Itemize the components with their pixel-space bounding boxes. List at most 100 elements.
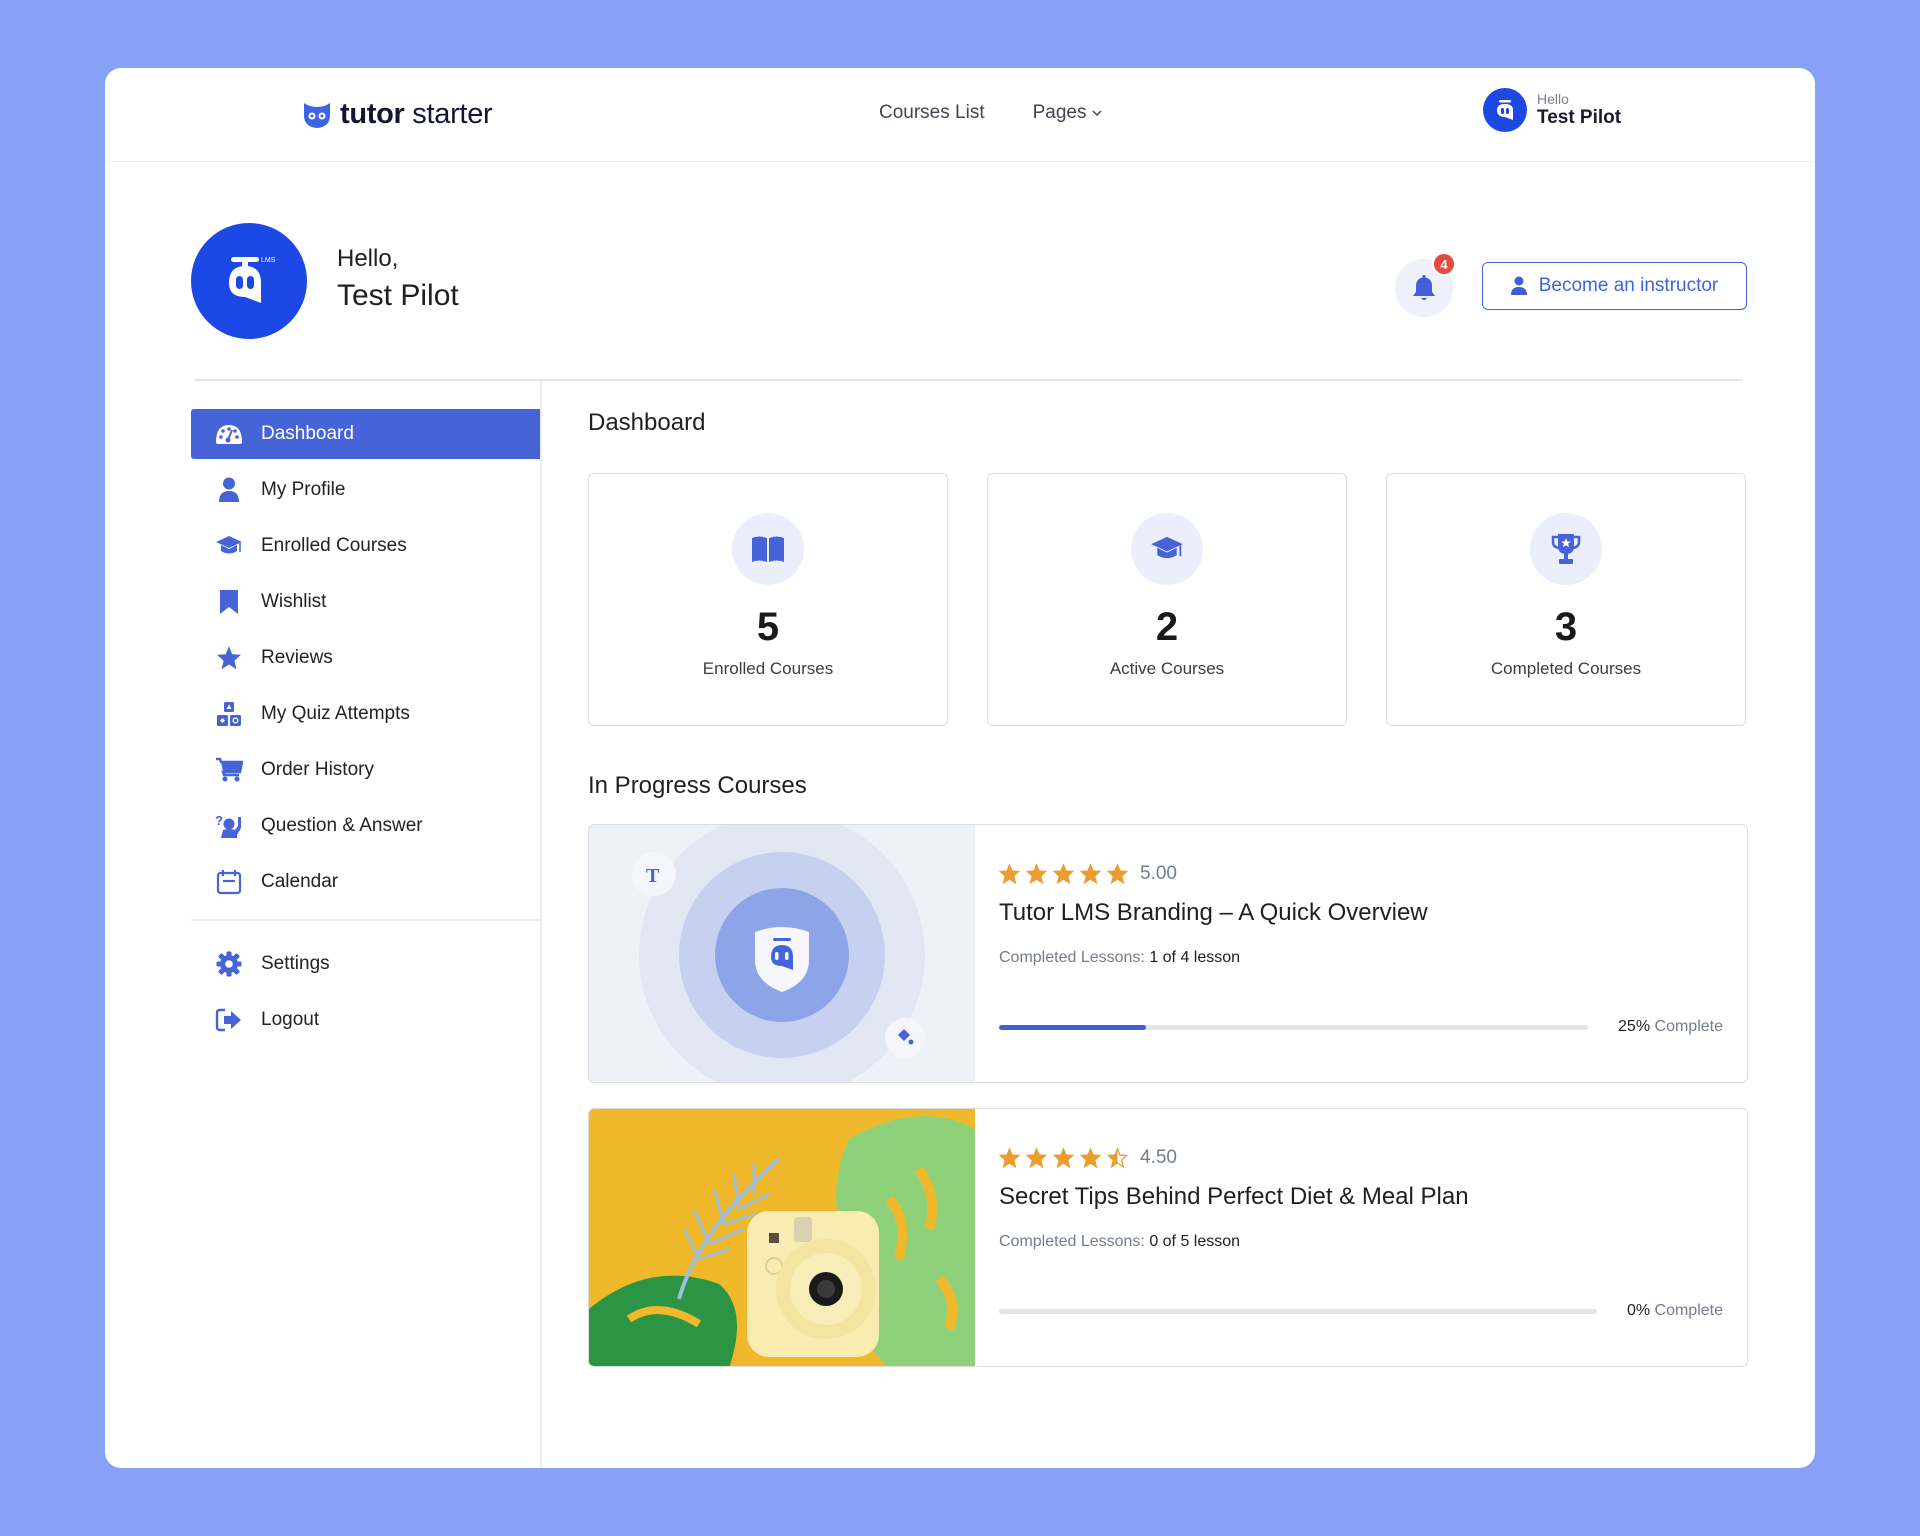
course-title[interactable]: Secret Tips Behind Perfect Diet & Meal P…	[999, 1181, 1723, 1213]
branding-illustration: T	[589, 825, 975, 1082]
stat-label: Completed Courses	[1490, 659, 1642, 678]
brand-name: tutor starter	[340, 98, 493, 130]
progress-text: 25% Complete	[1618, 1018, 1723, 1035]
star-icon	[1080, 864, 1101, 884]
course-rating: 4.50	[999, 1147, 1723, 1169]
sidebar-item-enrolled-courses[interactable]: Enrolled Courses	[191, 521, 540, 571]
sidebar-item-label: Enrolled Courses	[261, 535, 407, 556]
profile-avatar: LMS	[191, 223, 307, 339]
course-card[interactable]: T 5.00 Tutor LMS Branding – A Quick Over…	[588, 824, 1748, 1083]
course-card[interactable]: 4.50 Secret Tips Behind Perfect Diet & M…	[588, 1108, 1748, 1367]
graduation-cap-icon	[1151, 536, 1183, 559]
bookmark-icon	[220, 590, 238, 614]
sidebar-separator	[191, 919, 540, 921]
top-navbar: tutor starter Courses List Pages Hello T…	[105, 68, 1815, 162]
sidebar-item-settings[interactable]: Settings	[191, 939, 540, 989]
become-instructor-button[interactable]: Become an instructor	[1482, 262, 1747, 310]
sidebar-item-logout[interactable]: Logout	[191, 995, 540, 1045]
stat-label: Active Courses	[1109, 659, 1225, 678]
sidebar-item-label: Settings	[261, 953, 330, 974]
notifications-button[interactable]: 4	[1395, 252, 1456, 317]
course-thumbnail[interactable]	[589, 1109, 975, 1366]
become-instructor-label: Become an instructor	[1538, 275, 1719, 296]
sidebar-item-label: Calendar	[261, 871, 339, 892]
nav-pages-dropdown[interactable]: Pages	[1033, 102, 1103, 124]
star-icon	[999, 1148, 1020, 1168]
app-window: tutor starter Courses List Pages Hello T…	[105, 68, 1815, 1468]
sidebar-item-label: Question & Answer	[261, 815, 423, 836]
completed-lessons: Completed Lessons: 0 of 5 lesson	[999, 1233, 1241, 1250]
rating-stars	[999, 1148, 1128, 1168]
sidebar-item-order-history[interactable]: Order History	[191, 745, 540, 795]
course-thumbnail[interactable]: T	[589, 825, 975, 1082]
sidebar-item-label: Order History	[261, 759, 374, 780]
quiz-blocks-icon	[217, 702, 241, 726]
dashboard-icon	[216, 425, 242, 444]
in-progress-title: In Progress Courses	[588, 772, 807, 799]
page-title: Dashboard	[588, 409, 706, 436]
sidebar-item-quiz-attempts[interactable]: My Quiz Attempts	[191, 689, 540, 739]
sidebar-item-reviews[interactable]: Reviews	[191, 633, 540, 683]
gear-icon	[216, 951, 242, 977]
progress-bar	[999, 1308, 1597, 1314]
sidebar-item-label: Reviews	[261, 647, 333, 668]
sidebar-item-label: Wishlist	[261, 591, 327, 612]
nav-courses-list[interactable]: Courses List	[879, 102, 985, 124]
course-title[interactable]: Tutor LMS Branding – A Quick Overview	[999, 897, 1723, 929]
main-nav: Courses List Pages	[879, 102, 1103, 124]
svg-text:?: ?	[215, 813, 223, 828]
course-progress: 25% Complete	[999, 1018, 1723, 1036]
trophy-icon	[1551, 534, 1581, 564]
profile-greeting: Hello,	[337, 245, 399, 272]
star-icon	[1107, 864, 1128, 884]
tutor-lms-mascot-icon: LMS	[229, 257, 276, 303]
stats-row: 5 Enrolled Courses 2 Active Courses 3 Co…	[588, 473, 1748, 726]
star-icon	[999, 864, 1020, 884]
calendar-icon	[216, 870, 242, 895]
stat-value: 2	[1155, 605, 1179, 649]
sidebar-item-label: My Quiz Attempts	[261, 703, 410, 724]
tutor-mascot-icon	[1497, 100, 1513, 120]
sidebar-item-wishlist[interactable]: Wishlist	[191, 577, 540, 627]
profile-name: Test Pilot	[337, 279, 459, 312]
sidebar-item-calendar[interactable]: Calendar	[191, 857, 540, 907]
text-tool-icon: T	[646, 865, 660, 887]
user-menu[interactable]: Hello Test Pilot	[1483, 88, 1621, 132]
stat-value: 5	[756, 605, 780, 649]
user-name: Test Pilot	[1537, 107, 1622, 128]
sidebar-item-label: My Profile	[261, 479, 346, 500]
brand-logo[interactable]: tutor starter	[302, 98, 493, 131]
course-rating: 5.00	[999, 863, 1723, 885]
profile-header: LMS Hello, Test Pilot	[191, 223, 459, 339]
star-icon	[1053, 864, 1074, 884]
user-icon	[219, 477, 239, 502]
camera-photo-illustration	[589, 1109, 975, 1366]
book-icon	[752, 536, 784, 562]
graduation-cap-icon	[216, 536, 242, 554]
star-icon	[1080, 1148, 1101, 1168]
question-answer-icon: ?	[215, 813, 241, 838]
rating-value: 5.00	[1140, 863, 1177, 884]
bell-icon	[1413, 275, 1435, 300]
notification-count-badge: 4	[1432, 252, 1456, 276]
header-divider	[195, 379, 1743, 381]
sidebar-item-dashboard[interactable]: Dashboard	[191, 409, 540, 459]
sidebar-item-my-profile[interactable]: My Profile	[191, 465, 540, 515]
sidebar-item-question-answer[interactable]: ? Question & Answer	[191, 801, 540, 851]
star-icon	[1026, 864, 1047, 884]
course-info: 5.00 Tutor LMS Branding – A Quick Overvi…	[975, 825, 1747, 1082]
svg-text:LMS: LMS	[261, 257, 276, 264]
course-info: 4.50 Secret Tips Behind Perfect Diet & M…	[975, 1109, 1747, 1366]
progress-text: 0% Complete	[1626, 1302, 1723, 1319]
stat-label: Enrolled Courses	[702, 659, 834, 678]
progress-fill	[999, 1024, 1147, 1030]
stat-card-completed: 3 Completed Courses	[1386, 473, 1746, 726]
logout-icon	[215, 1008, 241, 1032]
cart-icon	[216, 757, 243, 782]
star-icon	[217, 646, 241, 670]
stat-value: 3	[1554, 605, 1578, 649]
star-icon	[1053, 1148, 1074, 1168]
star-icon	[1107, 1148, 1128, 1168]
user-icon	[1510, 276, 1527, 295]
chevron-down-icon	[1092, 110, 1103, 117]
